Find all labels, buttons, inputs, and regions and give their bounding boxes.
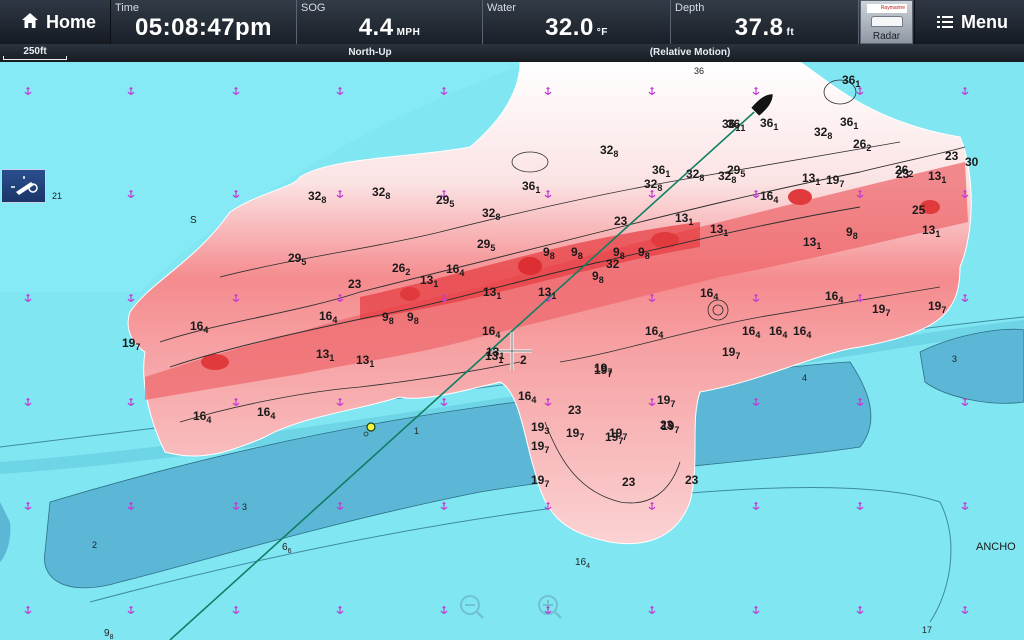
place-name-label: S: [190, 215, 197, 226]
menu-button[interactable]: Menu: [914, 0, 1024, 44]
spot-depth-label: 3: [952, 354, 957, 364]
menu-icon: [937, 12, 953, 33]
chart-area[interactable]: 361 361 328 361 361 361 328 328 295 262 23 30 131 197…: [0, 62, 1024, 640]
cursor-mode-button[interactable]: [1, 169, 46, 203]
contour-depth-label: 30: [965, 155, 979, 169]
sog-unit: MPH: [396, 27, 421, 38]
home-button[interactable]: Home: [0, 0, 111, 44]
radar-button[interactable]: Raymarine Radar: [860, 0, 913, 44]
home-icon: [22, 12, 38, 33]
water-value: 32.0 °F: [545, 14, 608, 41]
top-bar: Home Time 05:08:47pm SOG 4.4 MPH Water 32…: [0, 0, 1024, 44]
sog-label: SOG: [301, 2, 326, 14]
depth-databox[interactable]: Depth 37.8 ft: [671, 0, 859, 44]
contour-depth-label: 32: [606, 257, 620, 271]
nautical-chart[interactable]: 361361328361361361328328 2952622330131 197…: [0, 62, 1024, 640]
boat-cursor-icon: [11, 176, 38, 195]
menu-label: Menu: [961, 11, 1008, 32]
contour-depth-label: 2: [520, 353, 527, 367]
spot-depth-label: 2: [92, 540, 97, 550]
time-databox[interactable]: Time 05:08:47pm: [111, 0, 297, 44]
spot-depth-label: 3: [242, 502, 247, 512]
water-unit: °F: [596, 27, 608, 38]
range-scale-bar: [3, 56, 67, 60]
spot-depth-label: 1: [414, 426, 419, 436]
time-label: Time: [115, 2, 140, 14]
depth-unit: ft: [786, 27, 795, 38]
contour-depth-label: 23: [348, 277, 362, 291]
water-label: Water: [487, 2, 516, 14]
spot-depth-label: 4: [802, 373, 807, 383]
orientation-mode[interactable]: North-Up: [310, 47, 430, 58]
sog-value: 4.4 MPH: [358, 14, 421, 41]
radar-dome-icon: [871, 16, 903, 27]
motion-mode[interactable]: (Relative Motion): [620, 47, 760, 58]
spot-depth-label: 36: [694, 66, 704, 76]
home-label: Home: [46, 11, 97, 32]
sog-databox[interactable]: SOG 4.4 MPH: [297, 0, 483, 44]
depth-value: 37.8 ft: [734, 14, 795, 41]
contour-depth-label: 23: [685, 473, 699, 487]
contour-depth-label: 25: [912, 203, 926, 217]
spot-depth-label: 21: [52, 191, 62, 201]
contour-depth-label: 23: [568, 403, 582, 417]
contour-depth-label: 23: [945, 149, 959, 163]
contour-depth-label: 23: [614, 214, 628, 228]
depth-label: Depth: [675, 2, 705, 14]
water-temp-databox[interactable]: Water 32.0 °F: [483, 0, 671, 44]
time-value: 05:08:47pm: [134, 14, 273, 41]
contour-depth-label: 23: [622, 475, 636, 489]
spot-depth-label: 17: [922, 625, 932, 635]
radar-label: Radar: [872, 31, 901, 42]
chart-status-strip: 250ft North-Up (Relative Motion): [0, 44, 1024, 62]
place-name-label: ANCHO: [976, 541, 1016, 553]
radar-brand-logo: Raymarine: [867, 4, 907, 13]
contour-depth-label: 23: [660, 418, 674, 432]
